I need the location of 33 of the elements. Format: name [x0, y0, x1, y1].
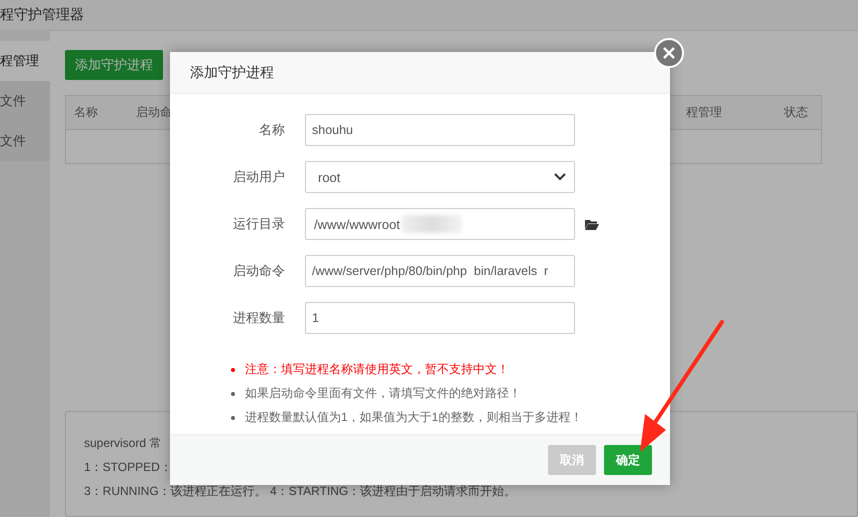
- close-icon: [663, 47, 675, 59]
- bullet-icon: [231, 392, 235, 396]
- dialog-title: 添加守护进程: [190, 64, 274, 82]
- user-select[interactable]: root: [305, 161, 575, 193]
- redaction-blur: [402, 215, 462, 233]
- note-text: 注意：填写进程名称请使用英文，暂不支持中文！: [245, 361, 509, 378]
- window-title: 程守护管理器: [0, 6, 84, 24]
- directory-field[interactable]: /www/wwwroot: [305, 208, 575, 240]
- info-text: 1：STOPPED：: [84, 460, 172, 475]
- input-field[interactable]: shouhu: [305, 114, 575, 146]
- bullet-icon: [231, 416, 235, 420]
- info-text: 3：RUNNING：该进程正在运行。 4：STARTING：该进程由于启动请求而开始。: [84, 484, 516, 499]
- sidebar-item[interactable]: 程管理: [0, 41, 50, 81]
- field-label: 启动用户: [232, 168, 285, 186]
- field-label: 进程数量: [232, 309, 285, 327]
- sidebar-item[interactable]: 文件: [0, 81, 50, 121]
- column-header: 程管理: [686, 104, 723, 121]
- field-label: 启动命令: [232, 262, 285, 280]
- chevron-down-icon: [554, 173, 566, 181]
- note-text: 进程数量默认值为1，如果值为大于1的整数，则相当于多进程！: [245, 409, 582, 426]
- close-button[interactable]: [654, 38, 684, 68]
- folder-icon[interactable]: [585, 218, 599, 230]
- column-header: 状态: [784, 104, 809, 121]
- note-text: 如果启动命令里面有文件，请填写文件的绝对路径！: [245, 385, 521, 402]
- column-header: 启动命: [136, 104, 173, 121]
- sidebar-item[interactable]: 文件: [0, 121, 50, 161]
- field-label: 名称: [258, 121, 285, 139]
- input-field[interactable]: 1: [305, 302, 575, 334]
- bullet-icon: [231, 368, 235, 372]
- field-label: 运行目录: [232, 215, 285, 233]
- input-field[interactable]: /www/server/php/80/bin/php bin/laravels r: [305, 255, 575, 287]
- column-header: 名称: [74, 104, 99, 121]
- info-text: supervisord 常: [84, 436, 162, 451]
